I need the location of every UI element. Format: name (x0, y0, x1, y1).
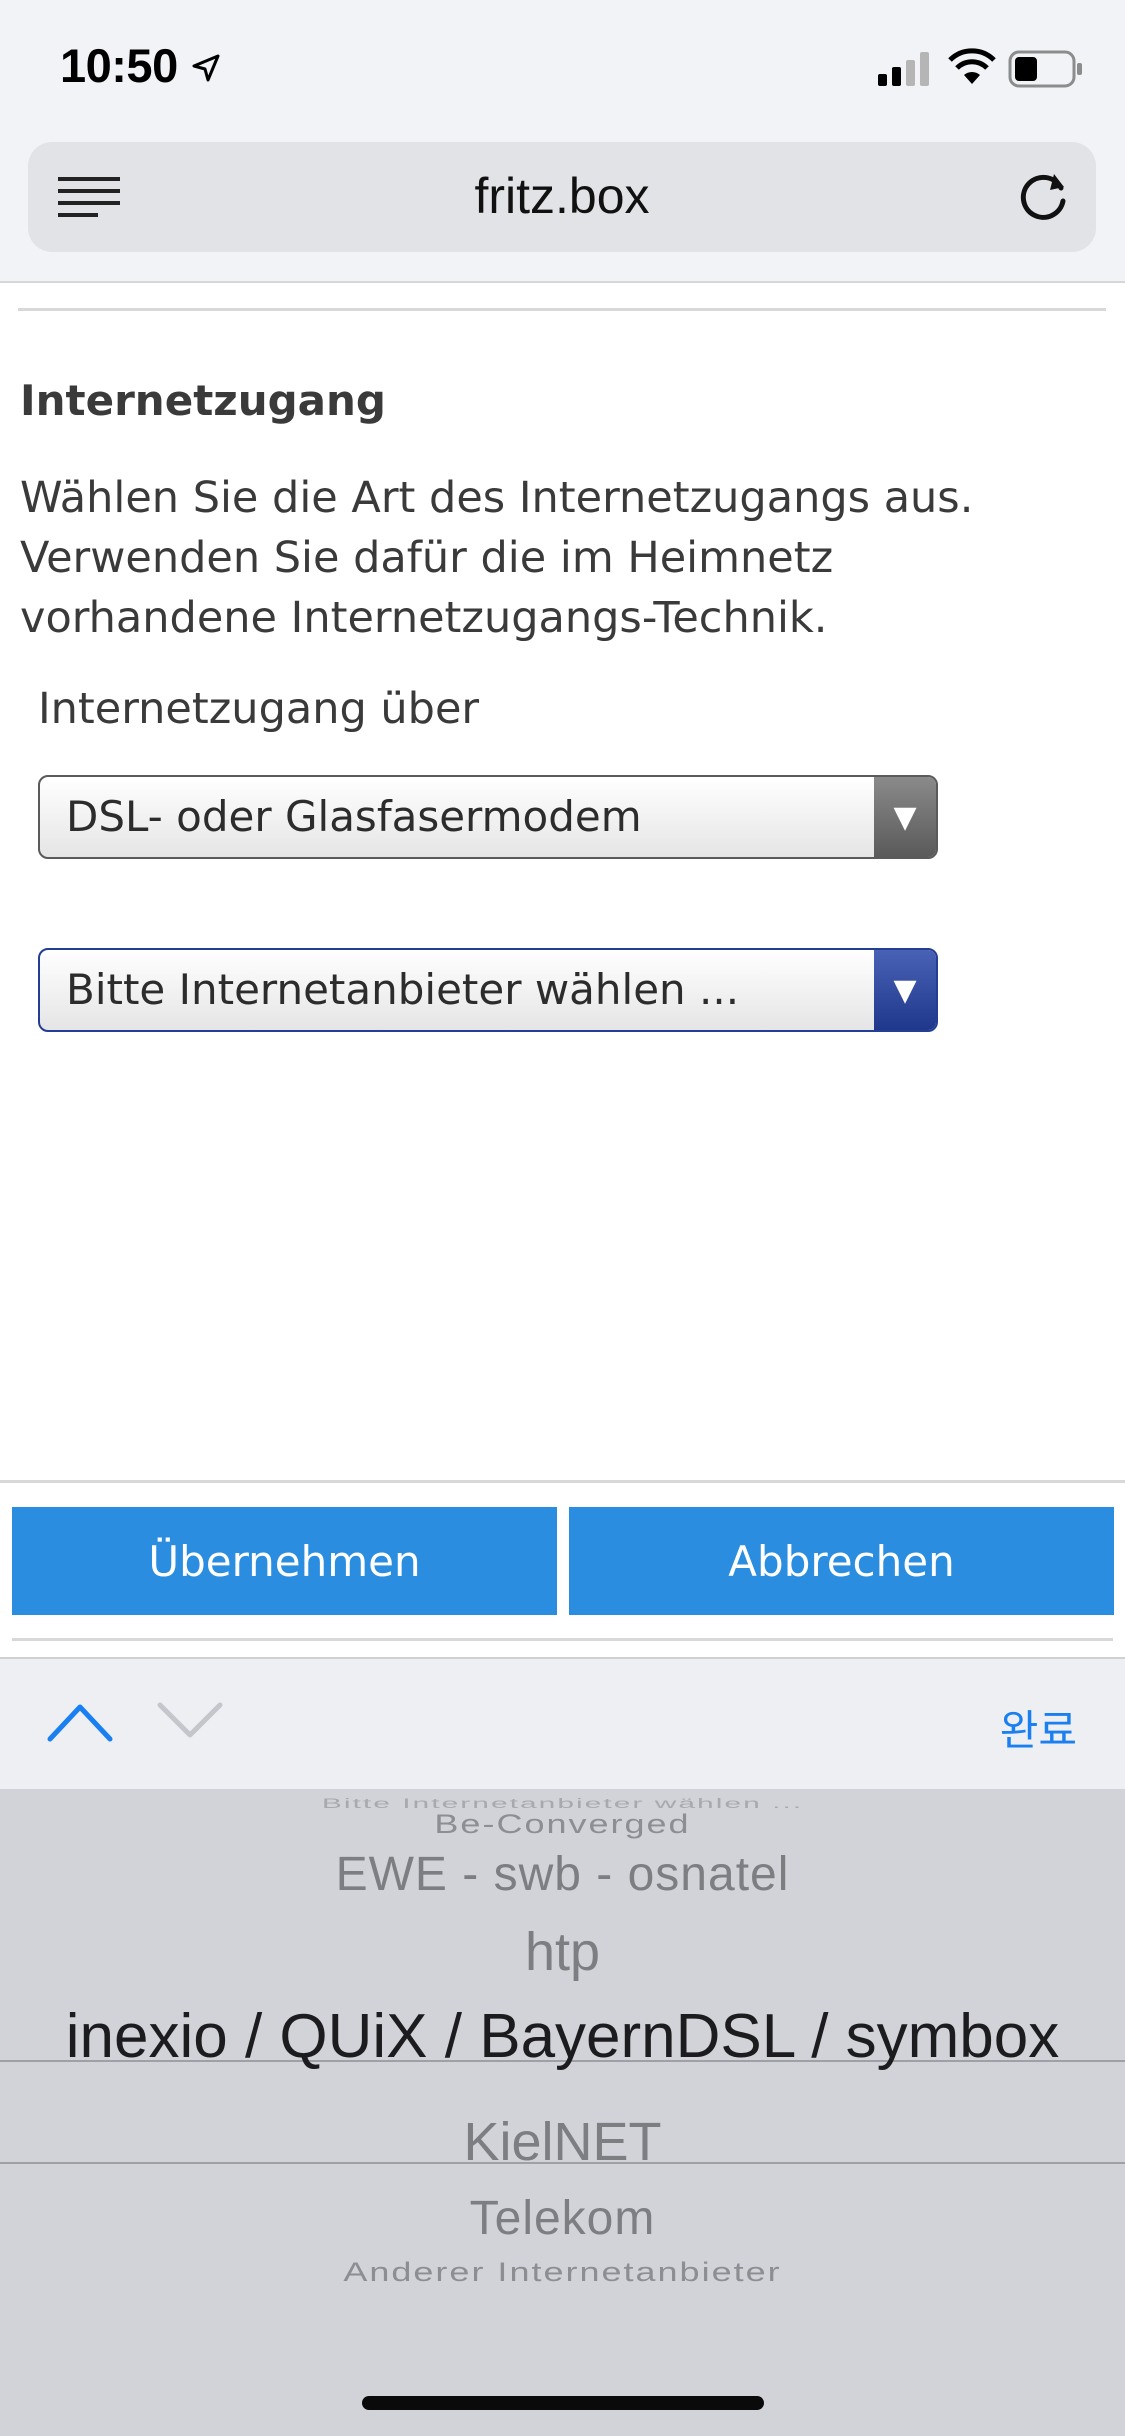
access-type-select[interactable]: DSL- oder Glasfasermodem ▼ (38, 775, 938, 859)
apply-button[interactable]: Übernehmen (12, 1507, 557, 1615)
footer-divider (0, 1480, 1125, 1483)
url-text[interactable]: fritz.box (28, 167, 1096, 225)
select-arrow-icon[interactable]: ▼ (874, 777, 936, 857)
home-indicator[interactable] (362, 2396, 764, 2410)
provider-select[interactable]: Bitte Internetanbieter wählen ... ▼ (38, 948, 938, 1032)
provider-picker-wheel[interactable]: Bitte Internetanbieter wählen ... Be-Con… (0, 1789, 1125, 2436)
browser-chrome: 10:50 fritz.box (0, 0, 1125, 283)
select-arrow-icon[interactable]: ▼ (874, 950, 936, 1030)
wifi-icon (948, 48, 996, 84)
location-arrow-icon (192, 54, 220, 82)
footer-divider (12, 1638, 1113, 1641)
picker-item[interactable]: EWE - swb - osnatel (0, 1847, 1125, 1902)
picker-item[interactable]: Anderer Internetanbieter (0, 2256, 1125, 2288)
address-bar[interactable]: fritz.box (28, 142, 1096, 252)
access-type-label: Internetzugang über (38, 684, 480, 734)
picker-item[interactable]: htp (0, 1921, 1125, 1983)
picker-item[interactable]: Be-Converged (0, 1808, 1125, 1840)
done-button[interactable]: 완료 (1000, 1697, 1077, 1758)
chevron-down-icon[interactable] (156, 1699, 224, 1743)
battery-icon (1008, 50, 1082, 88)
picker-item[interactable]: Telekom (0, 2191, 1125, 2246)
keyboard-accessory-bar: 완료 (0, 1657, 1125, 1789)
picker-item[interactable]: KielNET (0, 2111, 1125, 2173)
provider-value: Bitte Internetanbieter wählen ... (66, 965, 740, 1014)
status-time: 10:50 (60, 39, 178, 92)
content-divider (18, 308, 1106, 311)
section-description: Wählen Sie die Art des Internetzugangs a… (20, 473, 974, 643)
picker-item-selected[interactable]: inexio / QUiX / BayernDSL / symbox (0, 2001, 1125, 2072)
section-title: Internetzugang (20, 376, 386, 425)
cancel-button[interactable]: Abbrechen (569, 1507, 1114, 1615)
access-type-value: DSL- oder Glasfasermodem (66, 792, 642, 841)
reload-icon[interactable] (1014, 168, 1072, 226)
cellular-signal-icon (878, 52, 929, 86)
chevron-up-icon[interactable] (46, 1699, 114, 1743)
